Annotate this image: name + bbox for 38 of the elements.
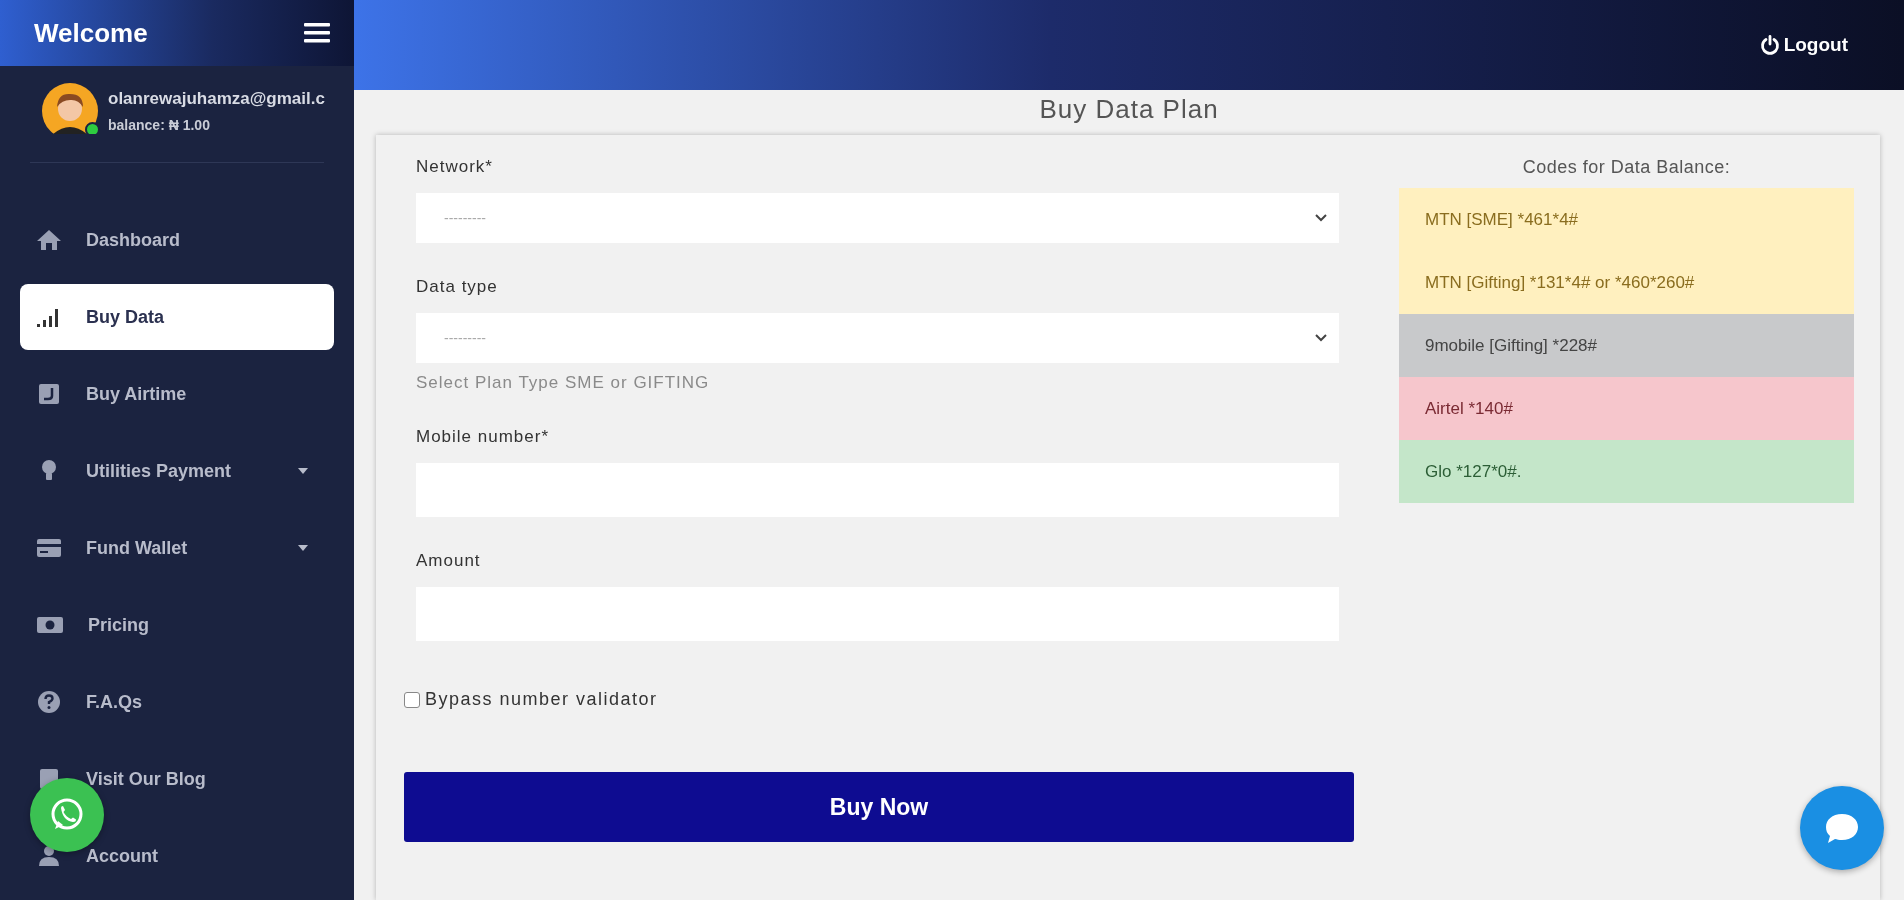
buy-now-button[interactable]: Buy Now: [404, 772, 1354, 842]
code-item: 9mobile [Gifting] *228#: [1399, 314, 1854, 377]
sidebar-item[interactable]: Utilities Payment: [20, 438, 334, 504]
credit-card-icon: [36, 537, 62, 559]
sidebar-item[interactable]: Buy Airtime: [20, 361, 334, 427]
question-circle-icon: [36, 690, 62, 714]
menu-icon[interactable]: [304, 22, 330, 45]
phone-square-icon: [36, 383, 62, 405]
sidebar-item[interactable]: Fund Wallet: [20, 515, 334, 581]
chevron-down-icon: [1315, 334, 1327, 342]
sidebar-item[interactable]: Dashboard: [20, 207, 334, 273]
brand-title: Welcome: [34, 17, 148, 49]
codes-title: Codes for Data Balance:: [1521, 157, 1732, 178]
logout-button[interactable]: Logout: [1753, 33, 1854, 57]
user-email: olanrewajuhamza@gmail.c: [108, 89, 325, 110]
sidebar-item[interactable]: F.A.Qs: [20, 669, 334, 735]
help-text: Select Plan Type SME or GIFTING: [416, 373, 711, 393]
field-label: Data type: [416, 277, 499, 297]
user-icon: [36, 845, 62, 867]
home-icon: [36, 229, 62, 251]
checkbox[interactable]: [404, 691, 420, 708]
field-label: Mobile number*: [416, 427, 551, 447]
code-item: MTN [SME] *461*4#: [1399, 188, 1854, 251]
field-label: Amount: [416, 551, 482, 571]
sidebar-item[interactable]: Buy Data: [20, 284, 334, 350]
chevron-down-icon: [1315, 214, 1327, 222]
sidebar-item[interactable]: Pricing: [20, 592, 334, 658]
checkbox-label: Bypass number validator: [425, 689, 658, 710]
wallet-balance: balance: ₦ 1.00: [108, 117, 211, 134]
page-title: Buy Data Plan: [1038, 94, 1220, 125]
code-item: MTN [Gifting] *131*4# or *460*260#: [1399, 251, 1854, 314]
money-bill-icon: [36, 614, 64, 636]
field-label: Network*: [416, 157, 494, 177]
avatar-icon: [42, 83, 98, 135]
sidebar-item[interactable]: Account: [20, 823, 334, 889]
code-item: Glo *127*0#.: [1399, 440, 1854, 503]
code-item: Airtel *140#: [1399, 377, 1854, 440]
power-icon: [1759, 35, 1780, 55]
